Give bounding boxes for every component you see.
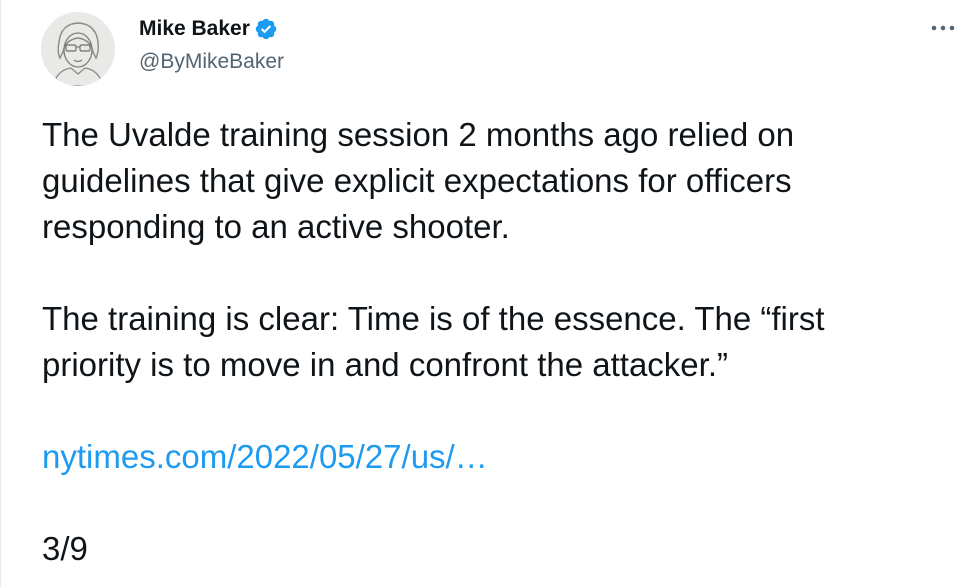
tweet-line: priority is to move in and confront the … [42, 346, 728, 383]
tweet-line: guidelines that give explicit expectatio… [42, 162, 792, 199]
tweet-card: Mike Baker @ByMikeBaker The Uvalde train… [0, 0, 975, 587]
avatar[interactable] [41, 12, 115, 86]
thread-position: 3/9 [42, 530, 88, 567]
more-horizontal-icon [931, 25, 955, 31]
tweet-line: responding to an active shooter. [42, 208, 510, 245]
tweet-line: The Uvalde training session 2 months ago… [42, 116, 795, 153]
author-display-name[interactable]: Mike Baker [139, 14, 250, 44]
article-link[interactable]: nytimes.com/2022/05/27/us/… [42, 434, 962, 480]
author-name-row[interactable]: Mike Baker [139, 14, 278, 44]
sketch-portrait-avatar-icon [41, 12, 115, 86]
tweet-text: The Uvalde training session 2 months ago… [42, 112, 962, 572]
more-options-button[interactable] [923, 12, 963, 44]
tweet-line: The training is clear: Time is of the es… [42, 300, 825, 337]
author-handle[interactable]: @ByMikeBaker [139, 48, 284, 76]
verified-badge-icon [254, 17, 278, 41]
